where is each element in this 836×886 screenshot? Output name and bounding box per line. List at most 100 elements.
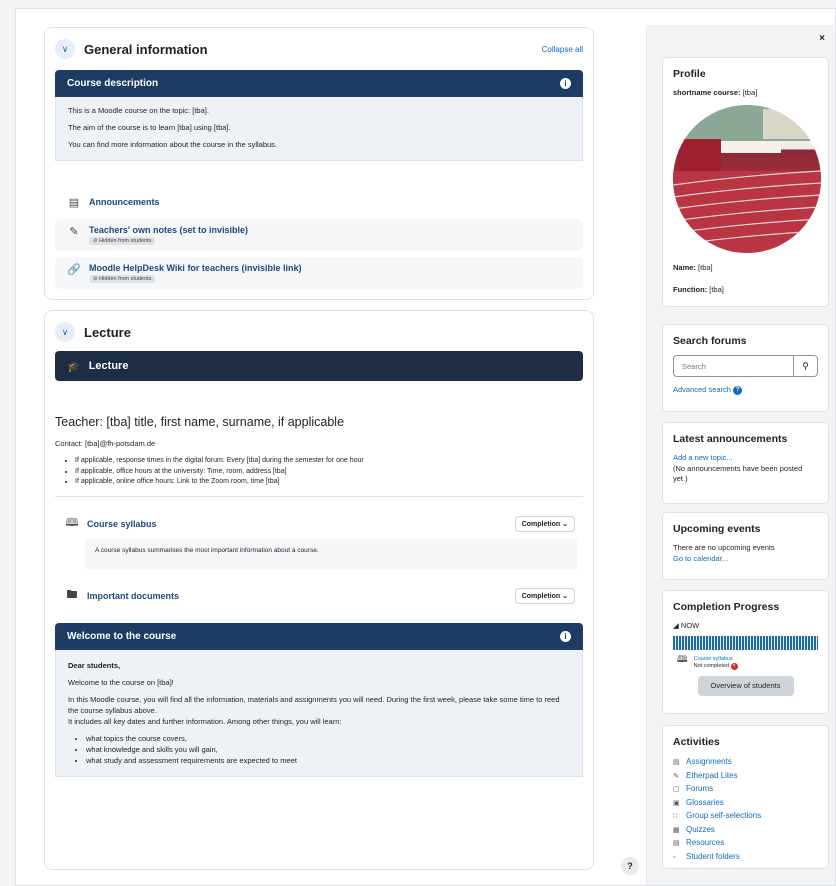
teacher-notes-link[interactable]: Teachers' own notes (set to invisible) bbox=[89, 225, 248, 235]
activity-item[interactable]: ▤ Assignments bbox=[673, 756, 818, 770]
progress-item-name[interactable]: Course syllabus bbox=[694, 656, 733, 662]
function-label: Function: bbox=[673, 285, 708, 294]
activity-item[interactable]: ▦ Quizzes bbox=[673, 824, 818, 838]
activity-link[interactable]: Group self-selections bbox=[686, 811, 761, 820]
documents-link[interactable]: Important documents bbox=[87, 591, 515, 601]
course-description: Course description i This is a Moodle co… bbox=[55, 70, 583, 161]
profile-block: Profile shortname course: [tba] Name: [t… bbox=[662, 57, 829, 307]
activity-syllabus[interactable]: 🕮 Course syllabus Completion ⌄ bbox=[55, 513, 583, 535]
info-icon[interactable]: i bbox=[560, 630, 571, 642]
hidden-badge-label: Hidden from students bbox=[99, 276, 152, 282]
activity-item[interactable]: ▤ Resources bbox=[673, 837, 818, 851]
help-icon[interactable]: ? bbox=[733, 385, 743, 395]
activity-item[interactable]: ∷ Group self-selections bbox=[673, 810, 818, 824]
activity-documents[interactable]: 🖿 Important documents Completion ⌄ bbox=[55, 585, 583, 607]
lecture-banner: 🎓 Lecture bbox=[55, 351, 583, 381]
name-line: Name: [tba] bbox=[673, 263, 818, 274]
now-label: NOW bbox=[680, 621, 700, 630]
hidden-badge-label: Hidden from students bbox=[99, 238, 152, 244]
activities-block: Activities ▤ Assignments ✎ Etherpad Lites … bbox=[662, 725, 829, 869]
calendar-link[interactable]: Go to calendar... bbox=[673, 554, 728, 563]
section-general: ∨ General information Collapse all Cours… bbox=[44, 27, 594, 300]
advanced-search-line: Advanced search ? bbox=[673, 385, 818, 396]
block-title: Upcoming events bbox=[673, 523, 761, 535]
announcements-content: Add a new topic... (No announcements hav… bbox=[673, 453, 818, 485]
activity-link[interactable]: Glossaries bbox=[686, 798, 724, 807]
search-input[interactable] bbox=[673, 355, 794, 377]
welcome-intro: Welcome to the course on [tba]! bbox=[68, 677, 174, 687]
advanced-search-link[interactable]: Advanced search bbox=[673, 385, 731, 394]
resource-icon: ▤ bbox=[673, 840, 680, 847]
chevron-down-icon[interactable]: ∨ bbox=[55, 322, 75, 342]
block-title: Profile bbox=[673, 68, 706, 80]
search-forums-block: Search forums ⚲ Advanced search ? bbox=[662, 324, 829, 412]
overview-students-button[interactable]: Overview of students bbox=[697, 675, 794, 696]
activity-link[interactable]: Forums bbox=[686, 784, 713, 793]
activity-link[interactable]: Student folders bbox=[686, 852, 740, 861]
welcome-header: Welcome to the course i bbox=[55, 622, 583, 650]
activity-item[interactable]: ▣ Glossaries bbox=[673, 797, 818, 811]
activity-announcements[interactable]: ▤ Announcements bbox=[55, 191, 583, 213]
hidden-badge: ⊘ Hidden from students bbox=[89, 237, 156, 245]
block-title: Search forums bbox=[673, 335, 747, 347]
chevron-down-icon[interactable]: ∨ bbox=[55, 39, 75, 59]
block-title: Completion Progress bbox=[673, 601, 780, 613]
announcements-link[interactable]: Announcements bbox=[89, 197, 160, 207]
folder-icon: ▫ bbox=[673, 853, 676, 861]
close-icon[interactable]: × bbox=[819, 33, 825, 44]
activity-item[interactable]: ✎ Etherpad Lites bbox=[673, 770, 818, 784]
activity-link[interactable]: Resources bbox=[686, 838, 724, 847]
completion-label: Completion bbox=[521, 592, 561, 600]
list-item: what study and assessment requirements a… bbox=[86, 755, 570, 766]
activity-helpdesk[interactable]: 🔗 Moodle HelpDesk Wiki for teachers (inv… bbox=[55, 257, 583, 289]
divider bbox=[55, 495, 583, 497]
course-description-header: Course description i bbox=[55, 70, 583, 97]
welcome-paragraph: In this Moodle course, you will find all… bbox=[68, 694, 560, 715]
notes-icon: ✎ bbox=[69, 226, 79, 238]
collapse-all-link[interactable]: Collapse all bbox=[542, 45, 583, 54]
forum-icon: ▢ bbox=[673, 786, 680, 793]
search-group: ⚲ bbox=[673, 355, 818, 377]
section-title: General information bbox=[84, 41, 208, 57]
progress-bar[interactable] bbox=[673, 635, 818, 650]
search-icon[interactable]: ⚲ bbox=[794, 355, 818, 377]
latest-announcements-block: Latest announcements Add a new topic... … bbox=[662, 422, 829, 504]
welcome-title: Welcome to the course bbox=[67, 630, 177, 642]
activity-teacher-notes[interactable]: ✎ Teachers' own notes (set to invisible)… bbox=[55, 219, 583, 251]
completion-dropdown[interactable]: Completion ⌄ bbox=[514, 587, 575, 604]
events-content: There are no upcoming events Go to calen… bbox=[673, 543, 818, 564]
not-completed-icon: × bbox=[730, 662, 738, 670]
completion-label: Completion bbox=[521, 520, 561, 528]
glossary-icon: ▣ bbox=[673, 799, 680, 807]
syllabus-link[interactable]: Course syllabus bbox=[87, 519, 515, 529]
link-icon: 🔗 bbox=[67, 264, 81, 276]
help-button[interactable]: ? bbox=[621, 857, 639, 875]
section-lecture: ∨ Lecture 🎓 Lecture Teacher: [tba] title… bbox=[44, 310, 594, 870]
list-item: what topics the course covers, bbox=[86, 733, 570, 744]
now-marker: ◢ NOW bbox=[673, 621, 700, 630]
section-lecture-header: ∨ Lecture bbox=[55, 321, 583, 343]
course-description-title: Course description bbox=[67, 78, 159, 89]
welcome-list: what topics the course covers, what know… bbox=[68, 733, 570, 766]
forum-icon: ▤ bbox=[68, 196, 80, 209]
activity-item[interactable]: ▢ Forums bbox=[673, 783, 818, 797]
activity-link[interactable]: Quizzes bbox=[686, 825, 715, 834]
book-icon: 🕮 bbox=[677, 653, 688, 664]
list-item: what knowledge and skills you will gain, bbox=[86, 744, 570, 755]
group-icon: ∷ bbox=[673, 813, 678, 820]
activity-link[interactable]: Etherpad Lites bbox=[686, 771, 738, 780]
add-topic-link[interactable]: Add a new topic... bbox=[673, 453, 733, 462]
helpdesk-link[interactable]: Moodle HelpDesk Wiki for teachers (invis… bbox=[89, 263, 301, 273]
completion-dropdown[interactable]: Completion ⌄ bbox=[514, 515, 575, 532]
welcome-block: Welcome to the course i Dear students, W… bbox=[55, 622, 583, 777]
lecture-banner-label: Lecture bbox=[88, 360, 129, 372]
hidden-badge: ⊘ Hidden from students bbox=[89, 275, 156, 283]
course-content: ∨ General information Collapse all Cours… bbox=[44, 27, 594, 880]
name-label: Name: bbox=[673, 262, 696, 272]
no-announcements-text: (No announcements have been posted yet.) bbox=[673, 463, 803, 484]
description-line: You can find more information about the … bbox=[68, 140, 278, 149]
activity-link[interactable]: Assignments bbox=[686, 757, 732, 766]
activity-item[interactable]: ▫ Student folders bbox=[673, 851, 818, 865]
info-icon[interactable]: i bbox=[560, 78, 571, 89]
teacher-line: Teacher: [tba] title, first name, surnam… bbox=[55, 415, 345, 429]
